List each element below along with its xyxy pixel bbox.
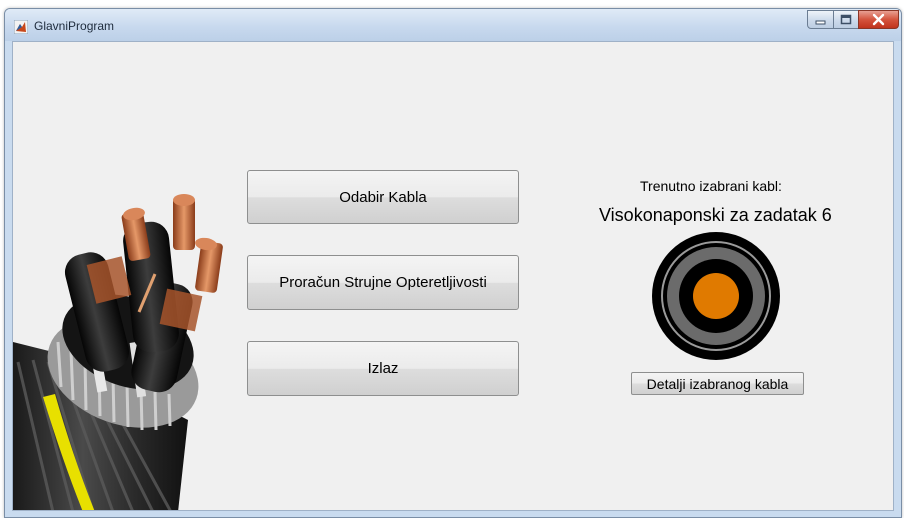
select-cable-button[interactable]: Odabir Kabla — [247, 170, 519, 224]
close-button[interactable] — [858, 10, 899, 29]
cable-details-button[interactable]: Detalji izabranog kabla — [631, 372, 804, 395]
minimize-icon — [815, 20, 826, 25]
power-cable-illustration — [13, 194, 223, 510]
minimize-button[interactable] — [807, 10, 834, 29]
selected-cable-name: Visokonaponski za zadatak 6 — [599, 205, 832, 225]
main-panel: Odabir Kabla Proračun Strujne Opteretlji… — [12, 41, 894, 511]
window-title: GlavniProgram — [34, 19, 115, 33]
exit-button[interactable]: Izlaz — [247, 341, 519, 396]
close-icon — [872, 13, 885, 26]
selected-cable-caption: Trenutno izabrani kabl: — [640, 178, 782, 194]
app-window: GlavniProgram Odabir Kabla Proračun Stru… — [4, 8, 902, 518]
maximize-icon — [840, 14, 852, 25]
current-capacity-calc-button[interactable]: Proračun Strujne Opteretljivosti — [247, 255, 519, 310]
title-bar[interactable]: GlavniProgram — [5, 9, 901, 41]
maximize-button[interactable] — [833, 10, 859, 29]
cable-cross-section-icon — [652, 232, 780, 360]
matlab-icon — [14, 20, 28, 34]
